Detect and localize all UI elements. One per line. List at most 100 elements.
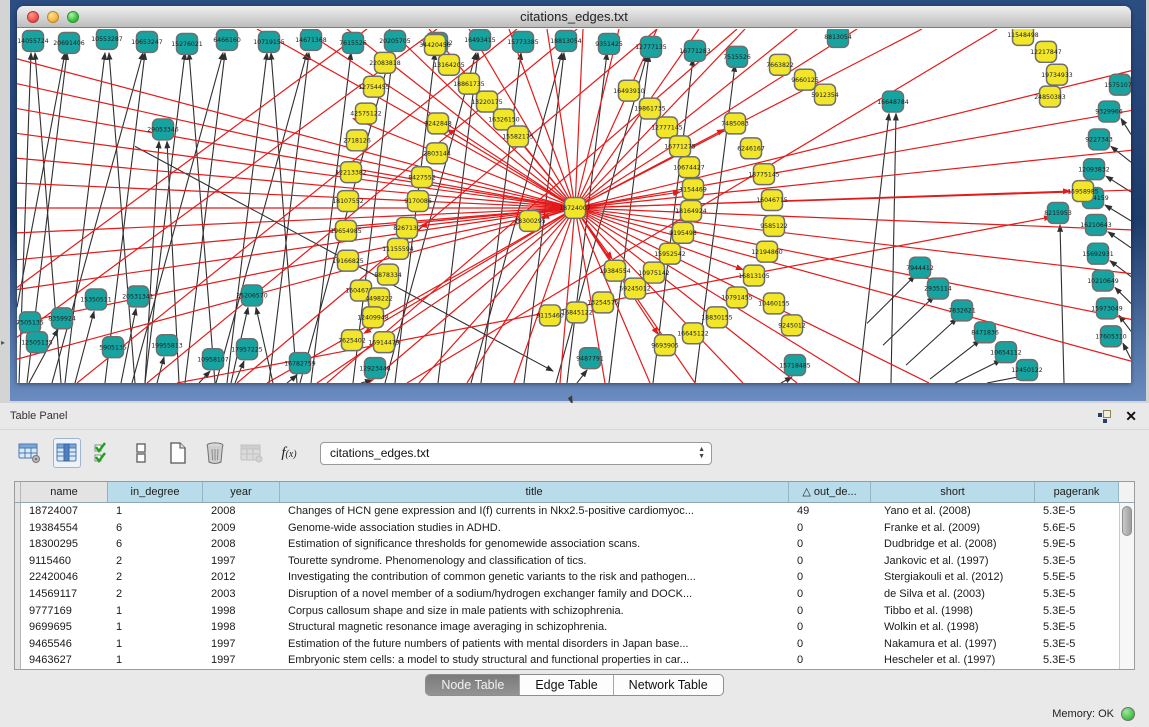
graph-node[interactable] xyxy=(23,30,44,51)
table-row[interactable]: 969969511998Structural magnetic resonanc… xyxy=(15,619,1119,636)
graph-node[interactable] xyxy=(1048,203,1069,224)
graph-node[interactable] xyxy=(356,103,377,124)
graph-node[interactable] xyxy=(673,222,694,243)
graph-node[interactable] xyxy=(374,332,395,353)
table-selector-dropdown[interactable]: citations_edges.txt ▲▼ xyxy=(320,442,712,465)
graph-node[interactable] xyxy=(727,287,748,308)
graph-node[interactable] xyxy=(363,307,384,328)
graph-node[interactable] xyxy=(605,260,626,281)
graph-node[interactable] xyxy=(1110,74,1131,95)
graph-node[interactable] xyxy=(1093,270,1114,291)
graph-node[interactable] xyxy=(910,257,931,278)
table-row[interactable]: 1938455462009Genome-wide association stu… xyxy=(15,520,1119,537)
graph-node[interactable] xyxy=(388,238,409,259)
graph-node[interactable] xyxy=(567,302,588,323)
graph-node[interactable] xyxy=(425,34,446,55)
column-header-short[interactable]: short xyxy=(871,482,1035,502)
table-row[interactable]: 946554611997Estimation of the future num… xyxy=(15,636,1119,653)
graph-node[interactable] xyxy=(744,265,765,286)
graph-node[interactable] xyxy=(217,29,238,50)
graph-node[interactable] xyxy=(762,190,783,211)
function-builder-icon[interactable]: f(x) xyxy=(275,438,303,468)
graph-node[interactable] xyxy=(408,191,429,212)
graph-node[interactable] xyxy=(770,54,791,75)
minimize-window-icon[interactable] xyxy=(47,11,59,23)
graph-node[interactable] xyxy=(369,288,390,309)
graph-node[interactable] xyxy=(928,278,949,299)
graph-node[interactable] xyxy=(725,113,746,134)
graph-node[interactable] xyxy=(1088,243,1109,264)
graph-node[interactable] xyxy=(59,32,80,53)
graph-node[interactable] xyxy=(1040,86,1061,107)
graph-node[interactable] xyxy=(427,143,448,164)
select-all-icon[interactable] xyxy=(90,438,118,468)
graph-node[interactable] xyxy=(644,262,665,283)
graph-node[interactable] xyxy=(883,91,904,112)
tab-node-table[interactable]: Node Table xyxy=(426,675,520,695)
graph-node[interactable] xyxy=(459,73,480,94)
column-header-in-degree[interactable]: in_degree xyxy=(108,482,203,502)
graph-node[interactable] xyxy=(764,215,785,236)
graph-node[interactable] xyxy=(640,98,661,119)
graph-node[interactable] xyxy=(470,29,491,50)
graph-node[interactable] xyxy=(1097,298,1118,319)
graph-node[interactable] xyxy=(681,201,702,222)
graph-node[interactable] xyxy=(343,32,364,53)
graph-node[interactable] xyxy=(641,36,662,57)
table-row[interactable]: 946362711997Embryonic stem cells: a mode… xyxy=(15,652,1119,669)
graph-node[interactable] xyxy=(341,162,362,183)
graph-node[interactable] xyxy=(347,130,368,151)
graph-node[interactable] xyxy=(540,305,561,326)
row-height-icon[interactable] xyxy=(127,438,155,468)
table-row[interactable]: 977716911998Corpus callosum shape and si… xyxy=(15,603,1119,620)
tab-edge-table[interactable]: Edge Table xyxy=(520,675,613,695)
graph-node[interactable] xyxy=(670,136,691,157)
graph-node[interactable] xyxy=(683,323,704,344)
graph-node[interactable] xyxy=(157,335,178,356)
column-header-name[interactable]: name xyxy=(21,482,108,502)
network-graph[interactable]: 1405572420691406105532871065324715276021… xyxy=(17,29,1131,383)
tab-network-table[interactable]: Network Table xyxy=(614,675,723,695)
graph-node[interactable] xyxy=(828,29,849,47)
memory-status-icon[interactable] xyxy=(1121,707,1135,721)
graph-node[interactable] xyxy=(764,293,785,314)
graph-node[interactable] xyxy=(52,308,73,329)
zoom-window-icon[interactable] xyxy=(67,11,79,23)
graph-node[interactable] xyxy=(785,355,806,376)
graph-node[interactable] xyxy=(375,52,396,73)
graph-node[interactable] xyxy=(660,243,681,264)
graph-node[interactable] xyxy=(378,264,399,285)
graph-node[interactable] xyxy=(655,335,676,356)
graph-node[interactable] xyxy=(153,119,174,140)
column-header-title[interactable]: title xyxy=(280,482,789,502)
graph-node[interactable] xyxy=(1073,181,1094,202)
vertical-scrollbar[interactable] xyxy=(1119,503,1134,669)
table-row[interactable]: 911546021997Tourette syndrome. Phenomeno… xyxy=(15,553,1119,570)
graph-node[interactable] xyxy=(364,76,385,97)
column-header-out-degree[interactable]: △ out_de... xyxy=(789,482,871,502)
graph-node[interactable] xyxy=(237,339,258,360)
graph-node[interactable] xyxy=(477,91,498,112)
graph-node[interactable] xyxy=(338,191,359,212)
graph-node[interactable] xyxy=(599,33,620,54)
network-canvas[interactable]: 1405572420691406105532871065324715276021… xyxy=(17,29,1131,383)
graph-node[interactable] xyxy=(439,54,460,75)
graph-node[interactable] xyxy=(795,69,816,90)
show-columns-icon[interactable] xyxy=(53,438,81,468)
graph-node[interactable] xyxy=(741,138,762,159)
close-window-icon[interactable] xyxy=(27,11,39,23)
graph-node[interactable] xyxy=(290,353,311,374)
graph-node[interactable] xyxy=(385,30,406,51)
graph-node[interactable] xyxy=(685,40,706,61)
close-icon[interactable]: ✕ xyxy=(1125,410,1137,422)
graph-node[interactable] xyxy=(259,31,280,52)
table-row[interactable]: 1830029562008Estimation of significance … xyxy=(15,536,1119,553)
graph-node[interactable] xyxy=(103,337,124,358)
graph-node[interactable] xyxy=(580,348,601,369)
graph-node[interactable] xyxy=(727,46,748,67)
panel-collapse-arrow[interactable]: ▸ xyxy=(1,338,5,347)
graph-node[interactable] xyxy=(619,80,640,101)
graph-node[interactable] xyxy=(1036,41,1057,62)
graph-node[interactable] xyxy=(338,250,359,271)
graph-node[interactable] xyxy=(1086,214,1107,235)
